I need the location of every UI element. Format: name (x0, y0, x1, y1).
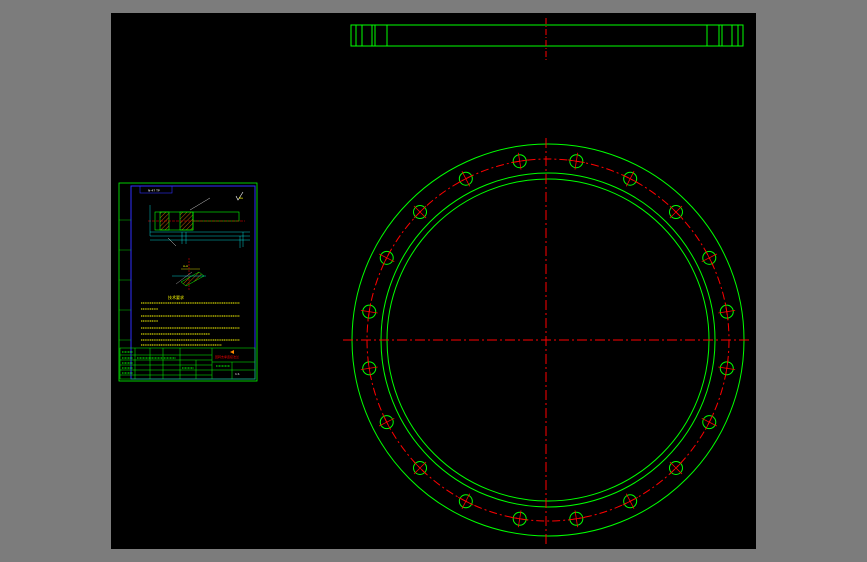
model-space-canvas[interactable] (111, 13, 756, 549)
cad-viewport[interactable]: N-47 TP Ra A-A 技术要求 回转支承连接法兰 1:1 (0, 0, 867, 562)
title-block-scale: 1:1 (235, 372, 240, 376)
title-block-part-name: 回转支承连接法兰 (215, 354, 239, 359)
sheet-code-label: N-47 TP (148, 189, 160, 193)
roughness-label: Ra (239, 196, 243, 200)
technical-requirements-title: 技术要求 (168, 294, 184, 300)
